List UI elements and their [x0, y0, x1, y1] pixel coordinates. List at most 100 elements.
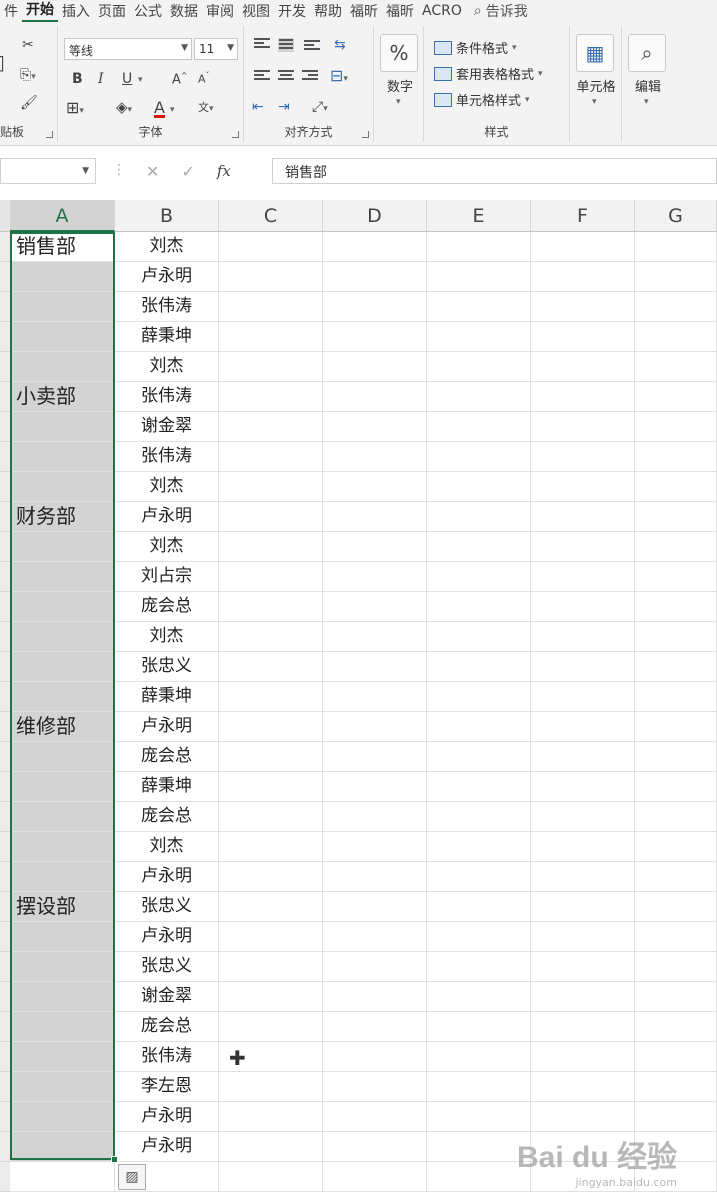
empty-cell[interactable] [219, 652, 323, 682]
name-cell[interactable]: 卢永明 [115, 712, 219, 742]
name-cell[interactable]: 刘杰 [115, 532, 219, 562]
empty-cell[interactable] [531, 262, 635, 292]
empty-cell[interactable] [427, 562, 531, 592]
empty-cell[interactable] [323, 622, 427, 652]
row-header[interactable] [0, 922, 10, 952]
row-header[interactable] [0, 892, 10, 922]
empty-cell[interactable] [219, 832, 323, 862]
row-header[interactable] [0, 472, 10, 502]
department-cell[interactable] [10, 652, 115, 682]
empty-cell[interactable] [427, 292, 531, 322]
empty-cell[interactable] [323, 262, 427, 292]
row-header[interactable] [0, 382, 10, 412]
empty-cell[interactable] [531, 442, 635, 472]
empty-cell[interactable] [635, 412, 717, 442]
name-cell[interactable]: 庞会总 [115, 742, 219, 772]
empty-cell[interactable] [635, 832, 717, 862]
empty-cell[interactable] [219, 442, 323, 472]
empty-cell[interactable] [219, 232, 323, 262]
align-left-icon[interactable] [254, 70, 270, 84]
empty-cell[interactable] [323, 322, 427, 352]
name-cell[interactable]: 张伟涛 [115, 1042, 219, 1072]
empty-cell[interactable] [635, 802, 717, 832]
align-top-icon[interactable] [254, 38, 270, 52]
font-name-select[interactable]: 等线 ▼ [64, 38, 192, 60]
cell-styles-button[interactable]: 单元格样式 ▾ [434, 90, 530, 109]
empty-cell[interactable] [427, 892, 531, 922]
department-cell[interactable] [10, 292, 115, 322]
department-cell[interactable]: 小卖部 [10, 382, 115, 412]
empty-cell[interactable] [219, 892, 323, 922]
department-cell[interactable] [10, 772, 115, 802]
empty-cell[interactable] [635, 1012, 717, 1042]
ribbon-tab[interactable]: 视图 [238, 1, 274, 21]
row-header[interactable] [0, 232, 10, 262]
department-cell[interactable] [10, 982, 115, 1012]
font-color-dropdown-icon[interactable]: ▾ [170, 106, 175, 115]
bold-button[interactable]: B [72, 72, 83, 86]
confirm-icon[interactable]: ✓ [181, 162, 194, 181]
name-cell[interactable]: 庞会总 [115, 1012, 219, 1042]
name-cell[interactable]: 卢永明 [115, 262, 219, 292]
department-cell[interactable] [10, 322, 115, 352]
cut-icon[interactable]: ✂ [22, 38, 34, 52]
cancel-icon[interactable]: ✕ [146, 162, 159, 181]
empty-cell[interactable] [531, 622, 635, 652]
empty-cell[interactable] [427, 922, 531, 952]
name-cell[interactable]: 刘杰 [115, 232, 219, 262]
empty-cell[interactable] [635, 292, 717, 322]
empty-cell[interactable] [427, 1102, 531, 1132]
empty-cell[interactable] [635, 922, 717, 952]
empty-cell[interactable] [427, 382, 531, 412]
empty-cell[interactable] [219, 742, 323, 772]
font-size-select[interactable]: 11 ▼ [194, 38, 238, 60]
empty-cell[interactable] [219, 982, 323, 1012]
empty-cell[interactable] [531, 862, 635, 892]
conditional-format-button[interactable]: 条件格式 ▾ [434, 38, 517, 57]
ribbon-tab[interactable]: 数据 [166, 1, 202, 21]
phonetic-icon[interactable]: 文▾ [198, 102, 214, 114]
name-cell[interactable]: 薛秉坤 [115, 322, 219, 352]
empty-cell[interactable] [427, 682, 531, 712]
name-cell[interactable]: 庞会总 [115, 592, 219, 622]
empty-cell[interactable] [531, 832, 635, 862]
empty-cell[interactable] [531, 232, 635, 262]
empty-cell[interactable] [219, 262, 323, 292]
select-all-corner[interactable] [0, 200, 10, 232]
font-launcher-icon[interactable] [232, 131, 239, 138]
empty-cell[interactable] [531, 1042, 635, 1072]
empty-cell[interactable] [635, 772, 717, 802]
empty-cell[interactable] [219, 562, 323, 592]
empty-cell[interactable] [219, 772, 323, 802]
empty-cell[interactable] [531, 982, 635, 1012]
empty-cell[interactable] [323, 1042, 427, 1072]
empty-cell[interactable] [219, 862, 323, 892]
empty-cell[interactable] [427, 352, 531, 382]
empty-cell[interactable] [635, 862, 717, 892]
cells-icon[interactable]: ▦ [576, 34, 614, 72]
empty-cell[interactable] [219, 1072, 323, 1102]
empty-cell[interactable] [219, 472, 323, 502]
empty-cell[interactable] [531, 472, 635, 502]
empty-cell[interactable] [635, 982, 717, 1012]
empty-cell[interactable] [635, 592, 717, 622]
editing-dropdown-icon[interactable]: ▾ [644, 98, 649, 107]
empty-cell[interactable] [635, 892, 717, 922]
clipboard-launcher-icon[interactable] [46, 131, 53, 138]
empty-cell[interactable] [427, 982, 531, 1012]
empty-cell[interactable] [427, 442, 531, 472]
name-cell[interactable]: 庞会总 [115, 802, 219, 832]
row-header[interactable] [0, 352, 10, 382]
empty-cell[interactable] [323, 1072, 427, 1102]
empty-cell[interactable] [531, 352, 635, 382]
department-cell[interactable] [10, 922, 115, 952]
empty-cell[interactable] [635, 472, 717, 502]
empty-cell[interactable] [635, 682, 717, 712]
empty-cell[interactable] [427, 862, 531, 892]
empty-cell[interactable] [323, 892, 427, 922]
row-header[interactable] [0, 1042, 10, 1072]
empty-cell[interactable] [323, 532, 427, 562]
department-cell[interactable]: 销售部 [10, 232, 115, 262]
empty-cell[interactable] [427, 952, 531, 982]
decrease-indent-icon[interactable]: ⇤ [252, 100, 264, 114]
